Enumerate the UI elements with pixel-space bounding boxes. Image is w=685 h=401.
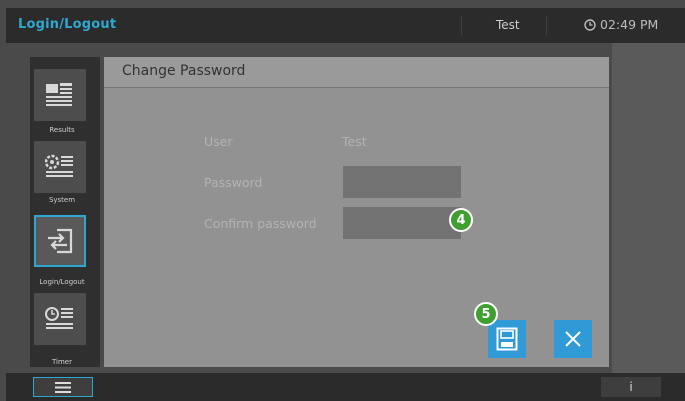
sidebar-item-label: Login/Logout bbox=[39, 278, 85, 286]
info-button[interactable]: i bbox=[601, 377, 661, 397]
side-panel bbox=[612, 43, 685, 373]
confirm-password-field[interactable] bbox=[343, 207, 461, 239]
clock-time: 02:49 PM bbox=[600, 17, 659, 32]
divider bbox=[461, 16, 462, 36]
sidebar-item-results[interactable] bbox=[34, 69, 86, 121]
current-user: Test bbox=[496, 18, 520, 32]
sidebar-item-label: Timer bbox=[51, 358, 72, 366]
sidebar-item-label: System bbox=[48, 196, 76, 204]
sidebar-item-timer[interactable] bbox=[34, 293, 86, 345]
timer-icon bbox=[45, 307, 73, 329]
confirm-password-label: Confirm password bbox=[204, 216, 317, 231]
password-label: Password bbox=[204, 175, 263, 190]
top-bar: Login/Logout Test 02:49 PM bbox=[6, 8, 685, 43]
menu-button[interactable] bbox=[33, 377, 93, 397]
hamburger-icon bbox=[55, 381, 71, 393]
sidebar-item-system[interactable] bbox=[34, 141, 86, 193]
sidebar: Results System Login/Logout Timer bbox=[30, 57, 100, 367]
sidebar-item-label: Results bbox=[49, 126, 75, 134]
save-icon bbox=[496, 327, 518, 351]
login-logout-icon bbox=[48, 228, 73, 254]
user-value: Test bbox=[342, 134, 367, 149]
cancel-button[interactable] bbox=[554, 320, 592, 358]
clock: 02:49 PM bbox=[584, 17, 658, 32]
close-icon bbox=[565, 331, 581, 347]
password-field[interactable] bbox=[343, 166, 461, 198]
change-password-dialog: Change Password User Test Password Confi… bbox=[104, 57, 609, 367]
annotation-badge: 4 bbox=[449, 208, 473, 232]
dialog-title: Change Password bbox=[122, 63, 246, 79]
results-icon bbox=[46, 83, 72, 106]
clock-icon bbox=[584, 18, 596, 31]
sidebar-item-login-logout[interactable] bbox=[34, 215, 86, 267]
user-label: User bbox=[204, 134, 233, 149]
divider bbox=[546, 16, 547, 36]
app-title: Login/Logout bbox=[18, 17, 117, 32]
annotation-badge: 5 bbox=[474, 302, 498, 326]
system-icon bbox=[45, 154, 73, 177]
bottom-bar: i bbox=[6, 373, 685, 401]
save-button[interactable] bbox=[488, 320, 526, 358]
dialog-header: Change Password bbox=[104, 57, 609, 88]
